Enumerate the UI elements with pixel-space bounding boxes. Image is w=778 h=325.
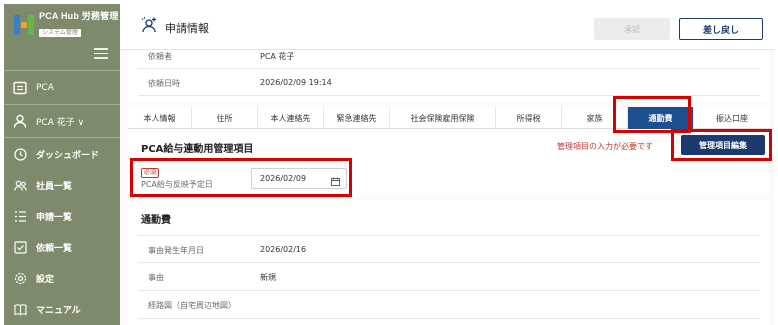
requester-label: 依頼者 — [148, 52, 172, 61]
commute-row: 事由発生年月日 2026/02/16 — [138, 235, 760, 263]
commute-row-label: 事由 — [148, 273, 164, 282]
tab-personal-contact[interactable]: 本人連絡先 — [258, 107, 324, 129]
sidebar-item-label: 依頼一覧 — [36, 243, 73, 254]
sidebar-item-manual[interactable]: マニュアル — [4, 295, 120, 323]
user-icon — [13, 114, 27, 128]
requester-row: 依頼者 PCA 花子 — [138, 50, 760, 69]
sidebar-org-label: PCA — [36, 83, 54, 93]
sidebar-item-dashboard[interactable]: ダッシュボード — [4, 140, 120, 168]
page-header: 申請情報 承認 差し戻し — [120, 4, 774, 50]
request-datetime-label: 依頼日時 — [148, 79, 180, 88]
request-datetime-value: 2026/02/09 19:14 — [260, 78, 332, 87]
management-section-title: PCA給与連動用管理項目 — [141, 144, 254, 155]
commute-row-value: 新規 — [260, 273, 276, 282]
page-title: 申請情報 — [165, 22, 209, 35]
clock-icon — [13, 147, 27, 161]
sidebar-item-label: マニュアル — [36, 305, 81, 316]
sidebar-item-label: 申請一覧 — [36, 212, 73, 223]
approve-button[interactable]: 承認 — [594, 18, 670, 40]
sidebar-item-employees[interactable]: 社員一覧 — [4, 171, 120, 199]
management-card — [128, 129, 770, 195]
commute-row-value: 2026/02/16 — [260, 245, 307, 254]
commute-section-title: 通勤費 — [141, 215, 171, 226]
user-add-icon — [140, 16, 158, 34]
app-logo[interactable]: PCA Hub 労務管理 システム管理 — [14, 12, 119, 37]
commute-row-label: 経路図（自宅周辺地図） — [148, 301, 236, 310]
management-warning: 管理項目の入力が必要です — [557, 142, 653, 151]
request-datetime-row: 依頼日時 2026/02/09 19:14 — [138, 69, 760, 96]
edit-management-button[interactable]: 管理項目編集 — [681, 135, 765, 155]
required-badge: 必須 — [141, 168, 160, 178]
gear-icon — [13, 271, 27, 285]
payroll-date-value: 2026/02/09 — [260, 174, 307, 183]
main-content: 依頼者 PCA 花子 依頼日時 2026/02/09 19:14 本人情報 住所… — [120, 50, 774, 325]
list-icon — [13, 209, 27, 223]
menu-toggle-icon[interactable] — [94, 48, 108, 59]
tab-address[interactable]: 住所 — [192, 107, 258, 129]
payroll-date-label: PCA給与反映予定日 — [141, 180, 213, 189]
sidebar-item-label: ダッシュボード — [36, 150, 100, 161]
commute-row-label: 事由発生年月日 — [148, 246, 204, 255]
payroll-date-input[interactable]: 2026/02/09 — [251, 168, 347, 189]
tab-personal-info[interactable]: 本人情報 — [128, 107, 192, 129]
commute-card: 通勤費 事由発生年月日 2026/02/16 事由 新規 経路図（自宅周辺地図） — [128, 200, 770, 325]
commute-row: 経路図（自宅周辺地図） — [138, 291, 760, 319]
calendar-icon[interactable] — [331, 174, 340, 186]
requester-value: PCA 花子 — [260, 52, 295, 61]
sidebar-user-label: PCA 花子 ∨ — [36, 117, 85, 128]
people-icon — [13, 178, 27, 192]
sidebar-item-settings[interactable]: 設定 — [4, 264, 120, 292]
sidebar-item-requests[interactable]: 依頼一覧 — [4, 233, 120, 261]
tab-emergency-contact[interactable]: 緊急連絡先 — [324, 107, 390, 129]
sidebar-item-label: 設定 — [36, 274, 55, 285]
checkbox-icon — [13, 240, 27, 254]
logo-badge: システム管理 — [39, 29, 81, 37]
tab-bar: 本人情報 住所 本人連絡先 緊急連絡先 社会保険雇用保険 所得税 家族 通勤費 … — [128, 107, 770, 129]
building-icon — [13, 81, 27, 95]
reject-button[interactable]: 差し戻し — [679, 18, 763, 40]
sidebar-item-label: 社員一覧 — [36, 181, 73, 192]
sidebar: PCA Hub 労務管理 システム管理 PCA PCA 花子 ∨ ダッシュボード… — [4, 4, 120, 325]
tab-social-insurance[interactable]: 社会保険雇用保険 — [390, 107, 496, 129]
tab-income-tax[interactable]: 所得税 — [496, 107, 562, 129]
tab-bank-account[interactable]: 振込口座 — [694, 107, 770, 129]
request-info-card: 依頼者 PCA 花子 依頼日時 2026/02/09 19:14 — [128, 50, 770, 102]
pca-logo-icon — [14, 14, 34, 35]
book-icon — [13, 302, 27, 316]
tab-family[interactable]: 家族 — [562, 107, 628, 129]
sidebar-item-applications[interactable]: 申請一覧 — [4, 202, 120, 230]
logo-title: PCA Hub 労務管理 — [39, 11, 119, 21]
tab-commute[interactable]: 通勤費 — [628, 107, 694, 129]
sidebar-user-menu[interactable]: PCA 花子 ∨ — [4, 107, 120, 135]
commute-row: 事由 新規 — [138, 263, 760, 291]
sidebar-org[interactable]: PCA — [4, 74, 120, 102]
